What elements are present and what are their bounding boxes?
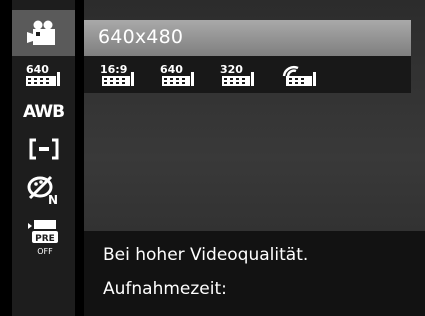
- resolution-web-option[interactable]: [280, 62, 320, 88]
- focus-frame-icon: [29, 138, 58, 160]
- option-label: 320: [220, 63, 243, 76]
- pre-state-label: OFF: [37, 247, 53, 256]
- sidebar-item-color-effect[interactable]: N: [12, 170, 75, 210]
- sidebar-item-resolution[interactable]: 640: [12, 58, 75, 92]
- pre-record-icon: PRE OFF: [27, 220, 58, 256]
- awb-icon: AWB: [22, 102, 65, 122]
- resolution-label: 640: [26, 63, 49, 76]
- film-resolution-icon: 640: [25, 63, 60, 86]
- resolution-169-option[interactable]: 16:9: [98, 62, 138, 88]
- color-effect-label: N: [48, 193, 58, 206]
- menu-panel: 640x480 16:9 640 320 Bei hoher Videoqual…: [84, 0, 425, 316]
- resolution-320-option[interactable]: 320: [218, 62, 258, 88]
- camera-menu-screen: 640 AWB N PRE OFF 640x480 16:9 640 320 B…: [0, 0, 425, 316]
- selected-setting-header: 640x480: [84, 20, 411, 56]
- video-camera-icon: [26, 20, 55, 45]
- sidebar-item-video[interactable]: [12, 12, 75, 54]
- help-text-panel: Bei hoher Videoqualität. Aufnahmezeit:: [84, 231, 425, 316]
- selected-setting-value: 640x480: [98, 26, 184, 48]
- sidebar-item-focus[interactable]: [12, 132, 75, 166]
- help-text-line-2: Aufnahmezeit:: [103, 279, 227, 299]
- menu-sidebar: 640 AWB N PRE OFF: [12, 0, 75, 316]
- sidebar-item-awb[interactable]: AWB: [12, 96, 75, 128]
- option-label: 16:9: [100, 63, 127, 76]
- resolution-options-bar: 16:9 640 320: [84, 56, 411, 93]
- sidebar-item-pre-record[interactable]: PRE OFF: [12, 214, 75, 264]
- resolution-640-option[interactable]: 640: [158, 62, 198, 88]
- option-label: 640: [160, 63, 183, 76]
- pre-label: PRE: [35, 234, 55, 244]
- help-text-line-1: Bei hoher Videoqualität.: [103, 245, 309, 265]
- color-effect-icon: N: [27, 175, 58, 206]
